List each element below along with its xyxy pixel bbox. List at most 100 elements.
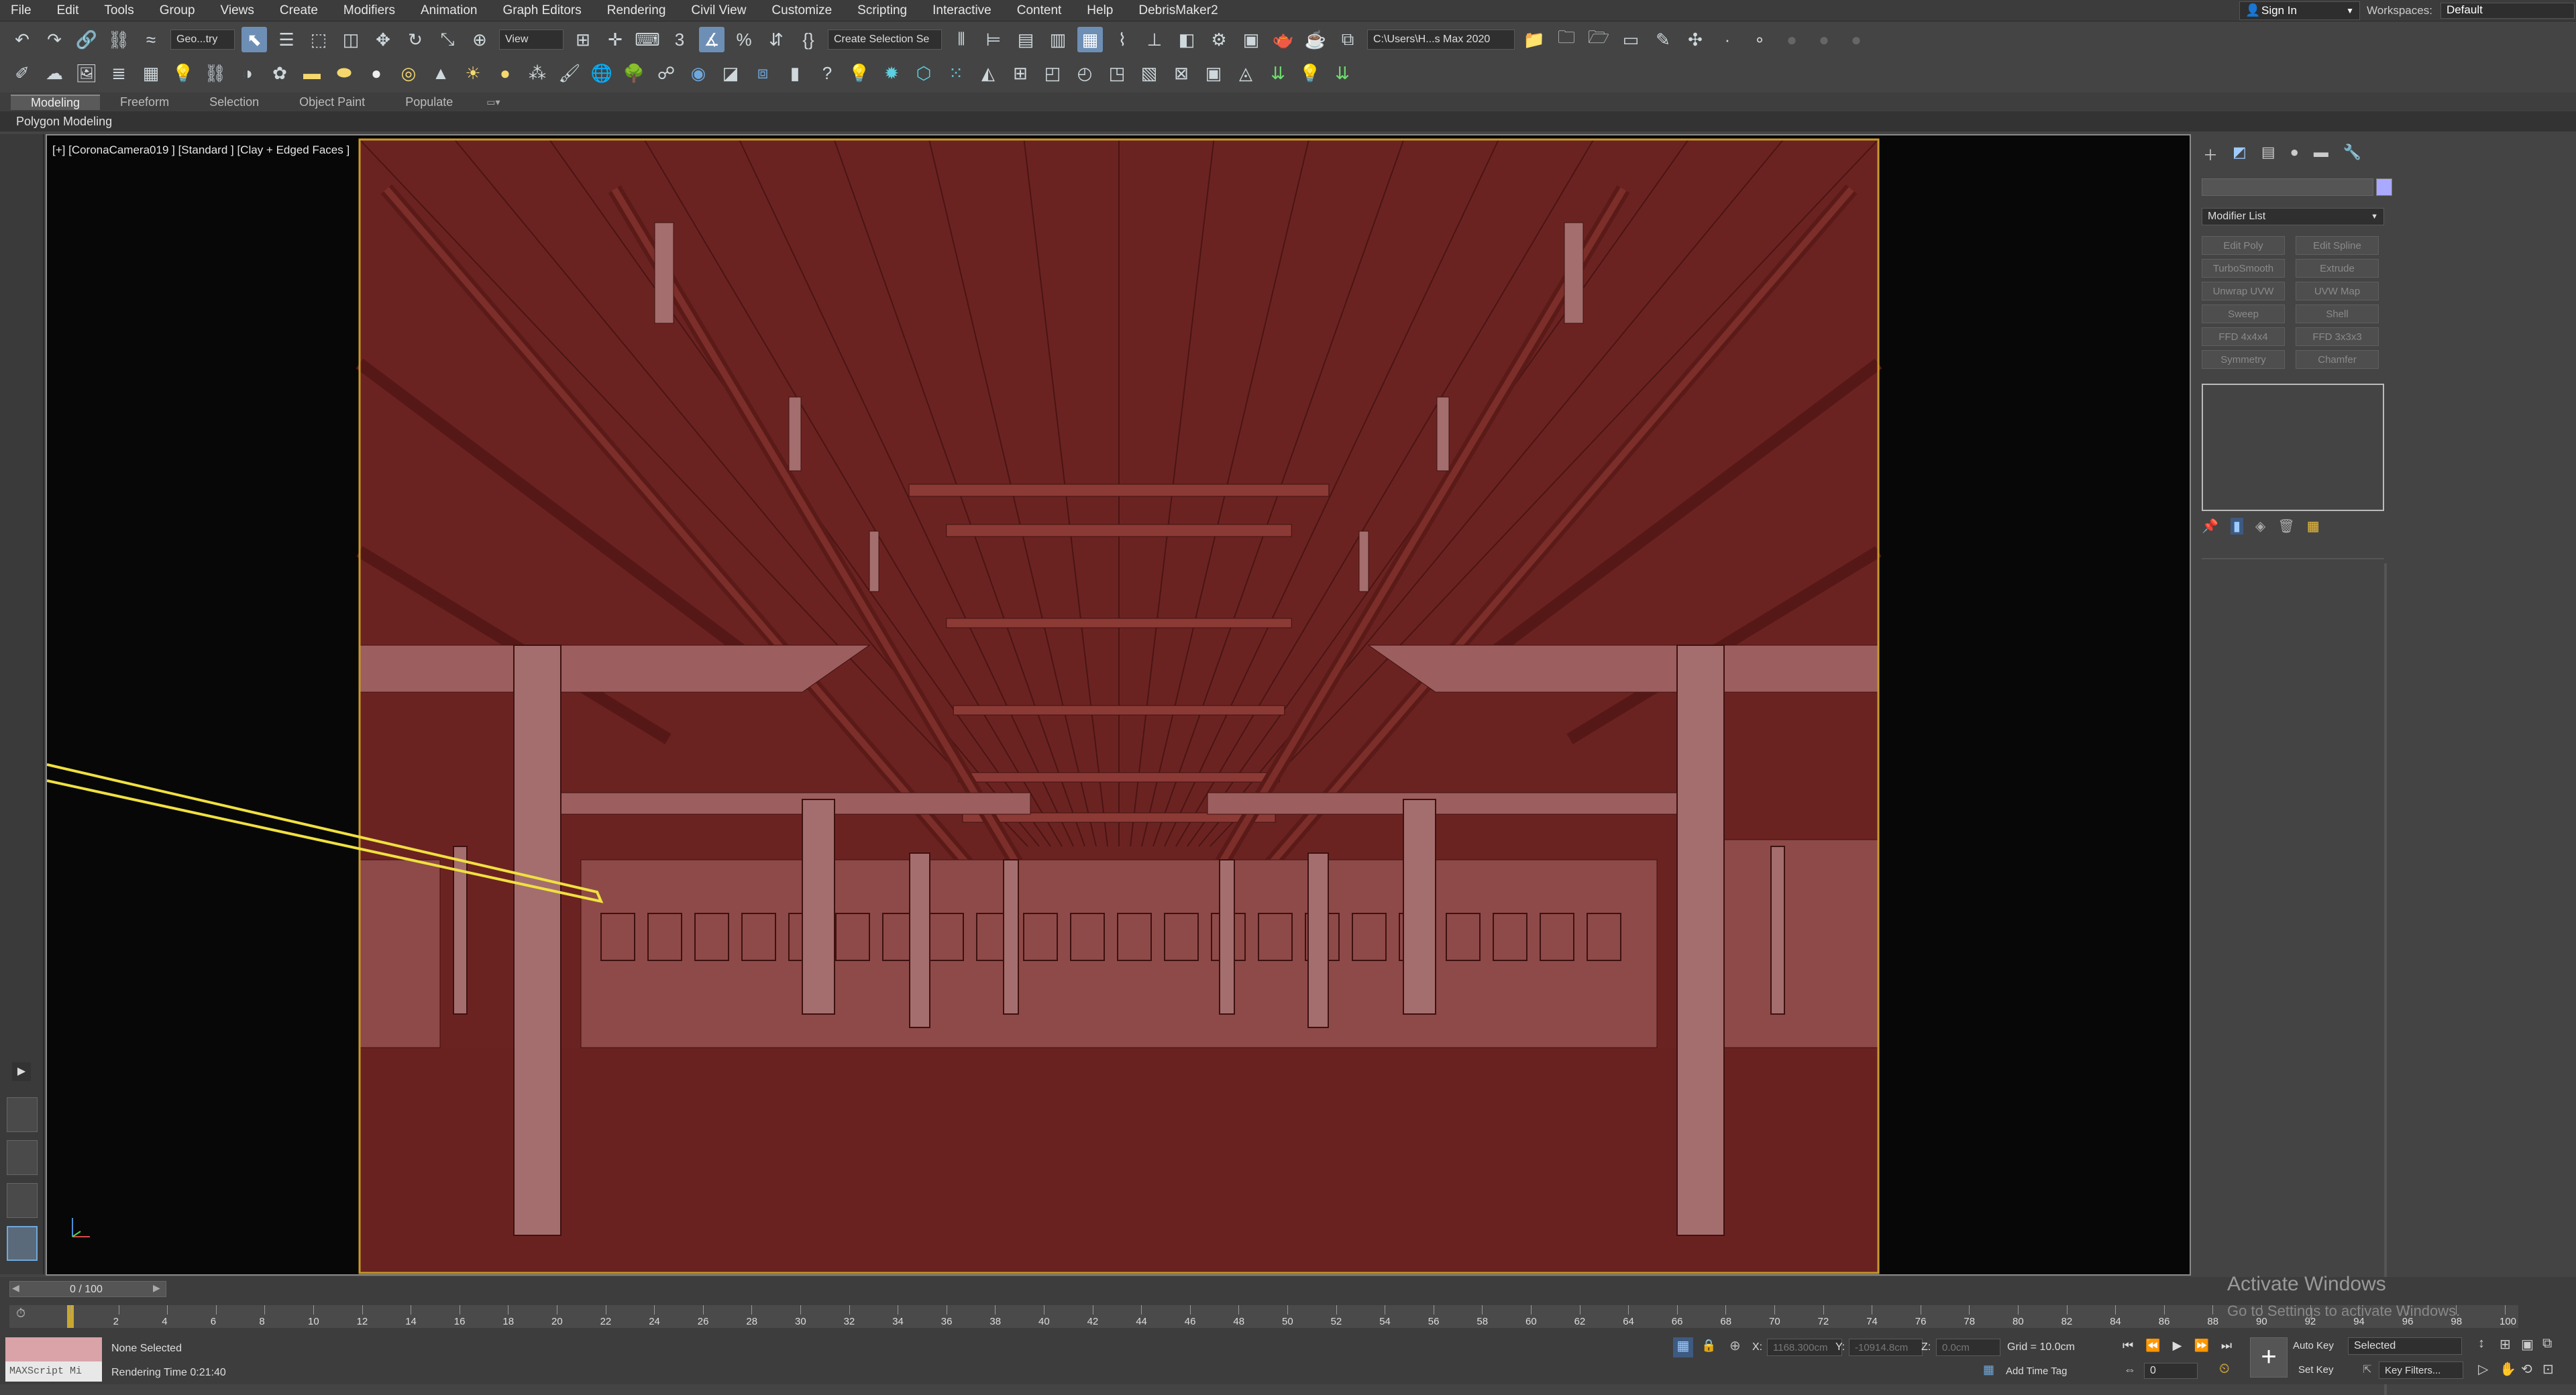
select-by-name-icon[interactable]: ☰ xyxy=(274,27,299,52)
time-configuration-icon[interactable]: ⏲ xyxy=(2219,1361,2230,1377)
panel-scrollbar[interactable] xyxy=(2384,563,2387,1395)
corona-vfb-icon[interactable]: ▧ xyxy=(1136,60,1162,86)
rectangular-selection-icon[interactable]: ⬚ xyxy=(306,27,331,52)
motion-tab-icon[interactable]: ● xyxy=(2290,144,2299,165)
menu-item-rendering[interactable]: Rendering xyxy=(596,3,681,18)
modifier-button-sweep[interactable]: Sweep xyxy=(2202,304,2285,323)
snap-tool-icon[interactable]: ✣ xyxy=(1682,27,1708,52)
chain-icon[interactable]: ⛓ xyxy=(203,60,228,86)
corona-sun-icon[interactable]: ✹ xyxy=(879,60,904,86)
display-tab-icon[interactable]: ▬ xyxy=(2314,144,2328,165)
pivot-icon[interactable]: ⊞ xyxy=(570,27,596,52)
object-color-swatch[interactable] xyxy=(2376,178,2392,196)
modifier-button-symmetry[interactable]: Symmetry xyxy=(2202,350,2285,369)
time-tag-icon[interactable]: ▦ xyxy=(1983,1363,1994,1377)
zoom-extents-icon[interactable]: ▣ xyxy=(2521,1336,2542,1353)
auto-key-button[interactable]: Auto Key xyxy=(2293,1340,2334,1351)
torus-icon[interactable]: ◎ xyxy=(396,60,421,86)
modifier-button-turbosmooth[interactable]: TurboSmooth xyxy=(2202,259,2285,278)
project-folder-icon[interactable]: 📁 xyxy=(1521,27,1547,52)
menu-item-customize[interactable]: Customize xyxy=(761,3,847,18)
layout-thumb-3[interactable] xyxy=(7,1183,38,1218)
reference-coordinate-dropdown[interactable]: View xyxy=(499,30,564,50)
zoom-extents-all-icon[interactable]: ⧉ xyxy=(2542,1336,2564,1353)
absolute-mode-icon[interactable]: ⊕ xyxy=(1729,1337,1741,1354)
align-icon[interactable]: ⊨ xyxy=(981,27,1006,52)
ribbon-tab-object-paint[interactable]: Object Paint xyxy=(279,95,385,109)
tree-icon[interactable]: 🌳 xyxy=(621,60,647,86)
render-cube-icon[interactable]: ⧈ xyxy=(750,60,775,86)
layout-thumb-2[interactable] xyxy=(7,1140,38,1175)
key-filters-button[interactable]: Key Filters... xyxy=(2379,1361,2463,1379)
edit-icon[interactable]: ✐ xyxy=(9,60,35,86)
set-key-big-icon[interactable]: + xyxy=(2250,1337,2288,1378)
utilities-tab-icon[interactable]: 🔧 xyxy=(2343,144,2361,165)
menu-item-content[interactable]: Content xyxy=(1006,3,1077,18)
menu-item-tools[interactable]: Tools xyxy=(93,3,148,18)
make-unique-icon[interactable]: ◈ xyxy=(2255,518,2265,535)
modifier-button-chamfer[interactable]: Chamfer xyxy=(2296,350,2379,369)
scale-icon[interactable]: ⤡ xyxy=(435,27,460,52)
menu-item-graph-editors[interactable]: Graph Editors xyxy=(492,3,596,18)
yellow-sphere-icon[interactable]: ● xyxy=(492,60,518,86)
ribbon-tab-freeform[interactable]: Freeform xyxy=(100,95,189,109)
sphere-blue-icon[interactable]: ◉ xyxy=(686,60,711,86)
menu-item-edit[interactable]: Edit xyxy=(46,3,94,18)
zoom-icon[interactable]: ↕ xyxy=(2478,1336,2500,1353)
corona-decal-icon[interactable]: ⊞ xyxy=(1008,60,1033,86)
menu-item-create[interactable]: Create xyxy=(269,3,333,18)
selection-filter-dropdown[interactable]: Geo...try xyxy=(170,30,235,50)
menu-item-debrismaker2[interactable]: DebrisMaker2 xyxy=(1128,3,1232,18)
next-frame-icon[interactable]: ⏩ xyxy=(2194,1339,2208,1353)
object-name-field[interactable] xyxy=(2202,178,2373,196)
ball-icon[interactable]: ● xyxy=(364,60,389,86)
modifier-button-edit-spline[interactable]: Edit Spline xyxy=(2296,236,2379,255)
z-coordinate-field[interactable]: 0.0cm xyxy=(1936,1339,2000,1356)
lightbulb-icon[interactable]: 💡 xyxy=(1297,60,1323,86)
menu-item-interactive[interactable]: Interactive xyxy=(922,3,1006,18)
schematic-view-icon[interactable]: ⊥ xyxy=(1142,27,1167,52)
box-icon[interactable]: ▬ xyxy=(299,60,325,86)
unlink-icon[interactable]: ⛓ xyxy=(106,27,131,52)
modifier-list-dropdown[interactable]: Modifier List ▼ xyxy=(2202,208,2384,225)
modifier-button-unwrap-uvw[interactable]: Unwrap UVW xyxy=(2202,282,2285,300)
snaps-toggle-icon[interactable]: 3 xyxy=(667,27,692,52)
set-key-button[interactable]: Set Key xyxy=(2298,1364,2334,1376)
rotate-icon[interactable]: ↻ xyxy=(402,27,428,52)
mirror-icon[interactable]: ⫴ xyxy=(949,27,974,52)
menu-item-group[interactable]: Group xyxy=(149,3,210,18)
percent-snap-icon[interactable]: % xyxy=(731,27,757,52)
modifier-button-ffd-3x3x3[interactable]: FFD 3x3x3 xyxy=(2296,327,2379,346)
sign-in-button[interactable]: 👤 Sign In ▼ xyxy=(2239,1,2360,20)
expand-arrow-icon[interactable]: ▶ xyxy=(12,1062,31,1081)
curve-editor-icon[interactable]: ⌇ xyxy=(1110,27,1135,52)
scene-explorer-icon[interactable]: ▤ xyxy=(1013,27,1038,52)
time-config-icon[interactable]: ⏱ xyxy=(16,1306,25,1321)
cone-icon[interactable]: ▲ xyxy=(428,60,453,86)
project-save-icon[interactable]: ▭ xyxy=(1618,27,1644,52)
edit-named-selection-icon[interactable]: {} xyxy=(796,27,821,52)
sphere-icon[interactable]: ⬬ xyxy=(331,60,357,86)
place-icon[interactable]: ⊕ xyxy=(467,27,492,52)
pan-icon[interactable]: ✋ xyxy=(2500,1361,2521,1378)
undo-icon[interactable]: ↶ xyxy=(9,27,35,52)
frame-buffer-icon[interactable]: ▮ xyxy=(782,60,808,86)
corona-light-icon[interactable]: 💡 xyxy=(847,60,872,86)
maxscript-input[interactable]: MAXScript Mi xyxy=(5,1361,102,1382)
half-moon-icon[interactable]: ◑ xyxy=(235,60,260,86)
orbit-icon[interactable]: ⟲ xyxy=(2521,1361,2542,1378)
polygon-modeling-label[interactable]: Polygon Modeling xyxy=(16,115,112,129)
modifier-stack[interactable] xyxy=(2202,384,2384,511)
rope-icon[interactable]: ☍ xyxy=(653,60,679,86)
configure-modifiers-icon[interactable]: ▦ xyxy=(2307,518,2320,535)
ribbon-toggle-icon[interactable]: ▦ xyxy=(1077,27,1103,52)
menu-item-file[interactable]: File xyxy=(0,3,46,18)
dot-icon[interactable]: · xyxy=(1715,27,1740,52)
redo-icon[interactable]: ↷ xyxy=(42,27,67,52)
named-selection-dropdown[interactable]: Create Selection Se xyxy=(828,30,942,50)
modifier-button-ffd-4x4x4[interactable]: FFD 4x4x4 xyxy=(2202,327,2285,346)
menu-item-animation[interactable]: Animation xyxy=(410,3,492,18)
corona-converter-icon[interactable]: ◴ xyxy=(1072,60,1097,86)
circle-2-icon[interactable]: ● xyxy=(1811,27,1837,52)
menu-item-scripting[interactable]: Scripting xyxy=(847,3,922,18)
